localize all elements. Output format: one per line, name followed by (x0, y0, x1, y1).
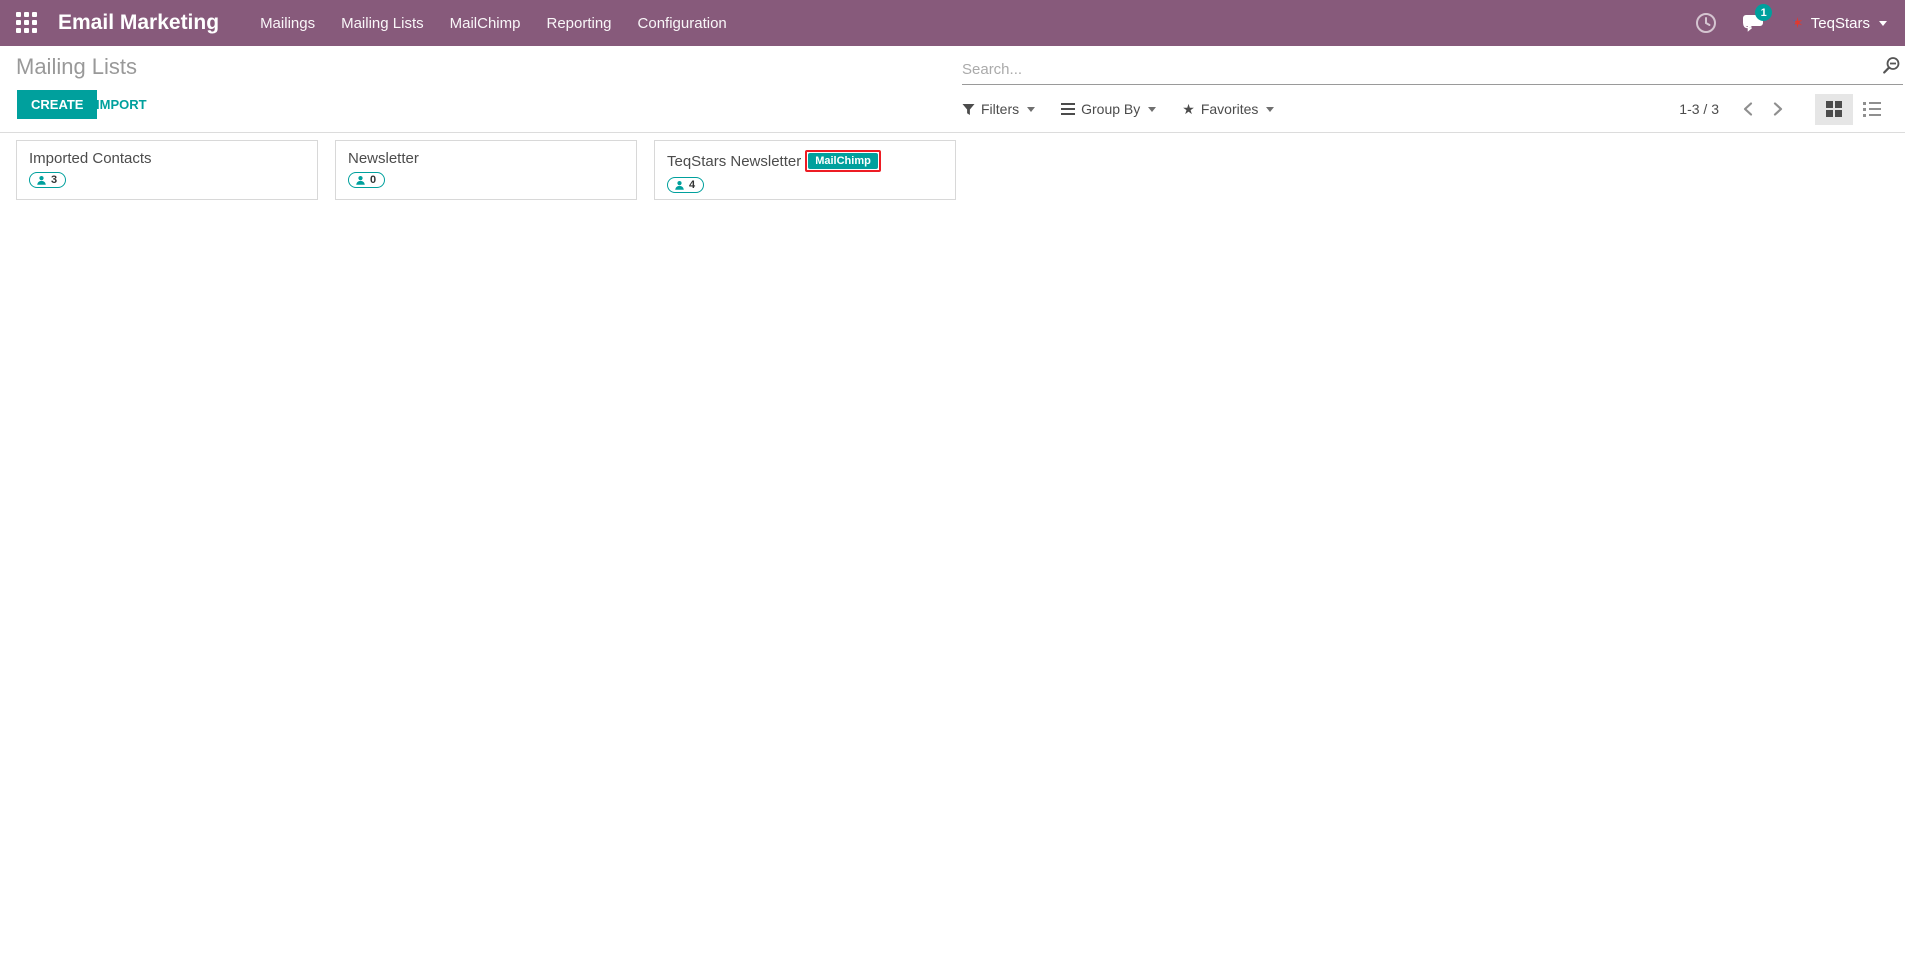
menu-reporting[interactable]: Reporting (533, 0, 624, 46)
chevron-left-icon (1742, 101, 1754, 117)
mailing-list-card-newsletter[interactable]: Newsletter 0 (335, 140, 637, 200)
chevron-down-icon (1027, 107, 1035, 112)
favorites-dropdown[interactable]: ★ Favorites (1182, 101, 1274, 118)
search-icon[interactable] (1881, 56, 1901, 81)
mailing-list-card-teqstars-newsletter[interactable]: TeqStars Newsletter MailChimp 4 (654, 140, 956, 200)
mailchimp-tag-highlight: MailChimp (805, 150, 881, 172)
list-view-button[interactable] (1853, 94, 1891, 125)
group-by-dropdown[interactable]: Group By (1061, 101, 1156, 117)
kanban-view-icon (1826, 101, 1842, 117)
menu-mailings[interactable]: Mailings (247, 0, 328, 46)
pager-range: 1-3 / 3 (1679, 101, 1719, 117)
menu-mailchimp[interactable]: MailChimp (437, 0, 534, 46)
contacts-count: 0 (370, 174, 376, 186)
user-name: TeqStars (1811, 15, 1870, 32)
pager: 1-3 / 3 (1679, 85, 1891, 133)
filters-dropdown[interactable]: Filters (962, 101, 1035, 117)
menu-configuration[interactable]: Configuration (625, 0, 740, 46)
contacts-count: 3 (51, 174, 57, 186)
chevron-down-icon (1266, 107, 1274, 112)
activities-clock-icon[interactable] (1695, 12, 1717, 34)
card-title: TeqStars Newsletter (667, 153, 801, 170)
empty-area (973, 140, 1889, 200)
contacts-count-badge[interactable]: 0 (348, 172, 385, 188)
messages-count-badge: 1 (1755, 4, 1772, 21)
kanban-view: Imported Contacts 3 Newsletter 0 (0, 133, 1905, 207)
group-by-bars-icon (1061, 103, 1075, 115)
chevron-down-icon (1879, 21, 1887, 26)
favorites-label: Favorites (1201, 101, 1259, 117)
top-navbar: Email Marketing Mailings Mailing Lists M… (0, 0, 1905, 46)
search-options: Filters Group By ★ Favorites (962, 85, 1274, 133)
kanban-view-button[interactable] (1815, 94, 1853, 125)
apps-menu-icon[interactable] (16, 12, 38, 34)
page: Email Marketing Mailings Mailing Lists M… (0, 0, 1905, 976)
contacts-count: 4 (689, 179, 695, 191)
contact-person-icon (355, 175, 366, 186)
page-title: Mailing Lists (16, 54, 137, 80)
filters-label: Filters (981, 101, 1019, 117)
menu-mailing-lists[interactable]: Mailing Lists (328, 0, 437, 46)
teqstars-logo-icon: ✶ (1791, 16, 1804, 31)
card-title: Newsletter (348, 150, 419, 167)
view-switcher (1815, 94, 1891, 125)
breadcrumb-search-row: Mailing Lists (0, 46, 1905, 85)
user-menu[interactable]: ✶ TeqStars (1791, 15, 1887, 32)
card-title: Imported Contacts (29, 150, 152, 167)
contact-person-icon (674, 180, 685, 191)
contacts-count-badge[interactable]: 3 (29, 172, 66, 188)
pager-previous-button[interactable] (1733, 97, 1763, 121)
group-by-label: Group By (1081, 101, 1140, 117)
create-button[interactable]: CREATE (17, 90, 97, 119)
actions-row: CREATE IMPORT Filters Group By ★ (0, 85, 1905, 133)
contacts-count-badge[interactable]: 4 (667, 177, 704, 193)
chevron-down-icon (1148, 107, 1156, 112)
app-title: Email Marketing (58, 11, 219, 35)
search-input[interactable] (962, 55, 1875, 84)
filter-funnel-icon (962, 103, 975, 116)
chevron-right-icon (1772, 101, 1784, 117)
import-button[interactable]: IMPORT (96, 90, 147, 119)
favorites-star-icon: ★ (1182, 101, 1195, 118)
list-view-icon (1863, 102, 1881, 117)
control-panel: Mailing Lists CREATE IMPORT (0, 46, 1905, 133)
pager-next-button[interactable] (1763, 97, 1793, 121)
mailing-list-card-imported-contacts[interactable]: Imported Contacts 3 (16, 140, 318, 200)
contact-person-icon (36, 175, 47, 186)
topbar-right: 1 ✶ TeqStars (1695, 12, 1891, 34)
top-menu: Mailings Mailing Lists MailChimp Reporti… (247, 0, 740, 46)
messages-icon[interactable]: 1 (1741, 12, 1767, 34)
mailchimp-tag: MailChimp (808, 153, 878, 169)
search-bar (962, 55, 1903, 85)
